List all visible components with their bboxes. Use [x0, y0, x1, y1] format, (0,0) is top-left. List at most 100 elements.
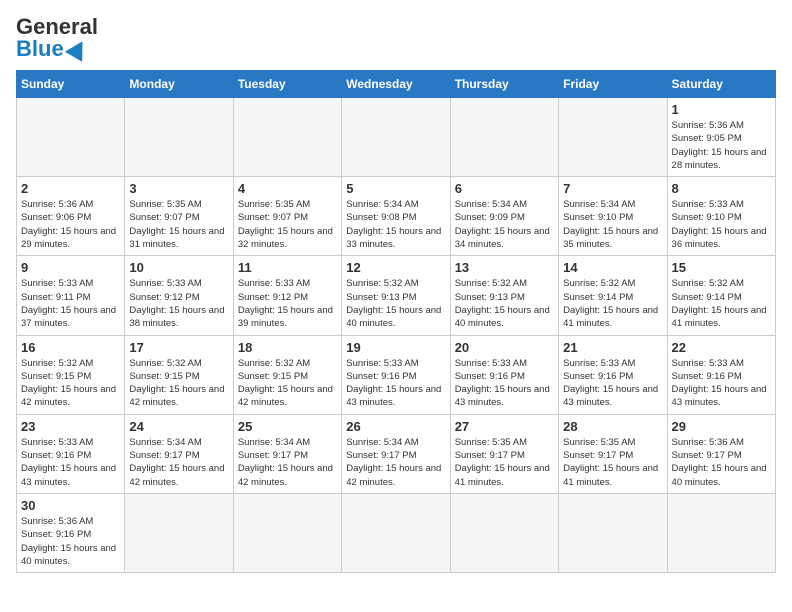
day-number: 5: [346, 181, 445, 196]
logo-blue-text: Blue: [16, 38, 64, 60]
day-number: 11: [238, 260, 337, 275]
calendar-cell: 1 Sunrise: 5:36 AM Sunset: 9:05 PM Daylig…: [667, 98, 775, 177]
logo-general-text: General: [16, 16, 98, 38]
day-info: Sunrise: 5:33 AM Sunset: 9:12 PM Dayligh…: [129, 277, 228, 330]
day-number: 16: [21, 340, 120, 355]
calendar-cell: [559, 493, 667, 572]
column-header-thursday: Thursday: [450, 71, 558, 98]
calendar-cell: 20 Sunrise: 5:33 AM Sunset: 9:16 PM Dayli…: [450, 335, 558, 414]
calendar-cell: [450, 98, 558, 177]
calendar-cell: [17, 98, 125, 177]
calendar-cell: 14Sunrise: 5:32 AM Sunset: 9:14 PM Dayli…: [559, 256, 667, 335]
calendar-cell: 23 Sunrise: 5:33 AM Sunset: 9:16 PM Dayli…: [17, 414, 125, 493]
calendar-cell: 28Sunrise: 5:35 AM Sunset: 9:17 PM Dayli…: [559, 414, 667, 493]
column-header-sunday: Sunday: [17, 71, 125, 98]
calendar-cell: [667, 493, 775, 572]
calendar-cell: [125, 98, 233, 177]
calendar-cell: 24 Sunrise: 5:34 AM Sunset: 9:17 PM Dayli…: [125, 414, 233, 493]
day-number: 14: [563, 260, 662, 275]
day-info: Sunrise: 5:34 AM Sunset: 9:17 PM Dayligh…: [346, 436, 445, 489]
day-number: 8: [672, 181, 771, 196]
day-info: Sunrise: 5:36 AM Sunset: 9:06 PM Dayligh…: [21, 198, 120, 251]
day-number: 6: [455, 181, 554, 196]
day-info: Sunrise: 5:36 AM Sunset: 9:16 PM Dayligh…: [21, 515, 120, 568]
calendar-cell: [233, 493, 341, 572]
calendar-cell: 26 Sunrise: 5:34 AM Sunset: 9:17 PM Dayli…: [342, 414, 450, 493]
calendar-cell: 27 Sunrise: 5:35 AM Sunset: 9:17 PM Dayli…: [450, 414, 558, 493]
calendar-cell: 4Sunrise: 5:35 AM Sunset: 9:07 PM Daylig…: [233, 177, 341, 256]
calendar-cell: 8 Sunrise: 5:33 AM Sunset: 9:10 PM Daylig…: [667, 177, 775, 256]
calendar-table: SundayMondayTuesdayWednesdayThursdayFrid…: [16, 70, 776, 573]
day-info: Sunrise: 5:34 AM Sunset: 9:08 PM Dayligh…: [346, 198, 445, 251]
calendar-cell: [559, 98, 667, 177]
day-info: Sunrise: 5:34 AM Sunset: 9:09 PM Dayligh…: [455, 198, 554, 251]
calendar-cell: 21 Sunrise: 5:33 AM Sunset: 9:16 PM Dayli…: [559, 335, 667, 414]
day-info: Sunrise: 5:34 AM Sunset: 9:17 PM Dayligh…: [129, 436, 228, 489]
day-info: Sunrise: 5:32 AM Sunset: 9:13 PM Dayligh…: [455, 277, 554, 330]
logo: General Blue: [16, 16, 98, 60]
calendar-cell: 15 Sunrise: 5:32 AM Sunset: 9:14 PM Dayli…: [667, 256, 775, 335]
day-number: 19: [346, 340, 445, 355]
day-info: Sunrise: 5:32 AM Sunset: 9:14 PM Dayligh…: [672, 277, 771, 330]
day-number: 27: [455, 419, 554, 434]
day-number: 20: [455, 340, 554, 355]
calendar-cell: 18Sunrise: 5:32 AM Sunset: 9:15 PM Dayli…: [233, 335, 341, 414]
day-info: Sunrise: 5:33 AM Sunset: 9:12 PM Dayligh…: [238, 277, 337, 330]
day-number: 7: [563, 181, 662, 196]
day-info: Sunrise: 5:36 AM Sunset: 9:17 PM Dayligh…: [672, 436, 771, 489]
calendar-cell: 29Sunrise: 5:36 AM Sunset: 9:17 PM Dayli…: [667, 414, 775, 493]
calendar-cell: [450, 493, 558, 572]
calendar-cell: 5 Sunrise: 5:34 AM Sunset: 9:08 PM Daylig…: [342, 177, 450, 256]
calendar-cell: [342, 493, 450, 572]
calendar-cell: 30 Sunrise: 5:36 AM Sunset: 9:16 PM Dayli…: [17, 493, 125, 572]
day-number: 22: [672, 340, 771, 355]
day-info: Sunrise: 5:34 AM Sunset: 9:10 PM Dayligh…: [563, 198, 662, 251]
calendar-cell: 11 Sunrise: 5:33 AM Sunset: 9:12 PM Dayli…: [233, 256, 341, 335]
day-number: 1: [672, 102, 771, 117]
day-number: 21: [563, 340, 662, 355]
calendar-cell: 10 Sunrise: 5:33 AM Sunset: 9:12 PM Dayli…: [125, 256, 233, 335]
day-info: Sunrise: 5:36 AM Sunset: 9:05 PM Dayligh…: [672, 119, 771, 172]
calendar-cell: 16 Sunrise: 5:32 AM Sunset: 9:15 PM Dayli…: [17, 335, 125, 414]
calendar-cell: [233, 98, 341, 177]
logo-triangle-icon: [65, 36, 91, 62]
day-info: Sunrise: 5:34 AM Sunset: 9:17 PM Dayligh…: [238, 436, 337, 489]
day-number: 12: [346, 260, 445, 275]
calendar-cell: 6 Sunrise: 5:34 AM Sunset: 9:09 PM Daylig…: [450, 177, 558, 256]
day-number: 13: [455, 260, 554, 275]
day-number: 4: [238, 181, 337, 196]
day-number: 23: [21, 419, 120, 434]
day-info: Sunrise: 5:33 AM Sunset: 9:11 PM Dayligh…: [21, 277, 120, 330]
calendar-header-row: SundayMondayTuesdayWednesdayThursdayFrid…: [17, 71, 776, 98]
calendar-cell: [342, 98, 450, 177]
calendar-cell: 9Sunrise: 5:33 AM Sunset: 9:11 PM Daylig…: [17, 256, 125, 335]
calendar-cell: 13 Sunrise: 5:32 AM Sunset: 9:13 PM Dayli…: [450, 256, 558, 335]
day-info: Sunrise: 5:33 AM Sunset: 9:16 PM Dayligh…: [455, 357, 554, 410]
calendar-cell: 12 Sunrise: 5:32 AM Sunset: 9:13 PM Dayli…: [342, 256, 450, 335]
day-info: Sunrise: 5:32 AM Sunset: 9:15 PM Dayligh…: [238, 357, 337, 410]
calendar-cell: [125, 493, 233, 572]
page-header: General Blue: [16, 16, 776, 60]
day-info: Sunrise: 5:33 AM Sunset: 9:10 PM Dayligh…: [672, 198, 771, 251]
calendar-cell: 2 Sunrise: 5:36 AM Sunset: 9:06 PM Daylig…: [17, 177, 125, 256]
day-info: Sunrise: 5:33 AM Sunset: 9:16 PM Dayligh…: [563, 357, 662, 410]
day-number: 26: [346, 419, 445, 434]
day-info: Sunrise: 5:35 AM Sunset: 9:07 PM Dayligh…: [129, 198, 228, 251]
day-number: 2: [21, 181, 120, 196]
day-number: 15: [672, 260, 771, 275]
day-number: 17: [129, 340, 228, 355]
day-number: 30: [21, 498, 120, 513]
day-info: Sunrise: 5:33 AM Sunset: 9:16 PM Dayligh…: [672, 357, 771, 410]
column-header-saturday: Saturday: [667, 71, 775, 98]
day-info: Sunrise: 5:32 AM Sunset: 9:15 PM Dayligh…: [21, 357, 120, 410]
day-number: 10: [129, 260, 228, 275]
day-info: Sunrise: 5:35 AM Sunset: 9:17 PM Dayligh…: [455, 436, 554, 489]
calendar-cell: 19Sunrise: 5:33 AM Sunset: 9:16 PM Dayli…: [342, 335, 450, 414]
day-info: Sunrise: 5:32 AM Sunset: 9:13 PM Dayligh…: [346, 277, 445, 330]
calendar-cell: 22 Sunrise: 5:33 AM Sunset: 9:16 PM Dayli…: [667, 335, 775, 414]
day-number: 25: [238, 419, 337, 434]
day-info: Sunrise: 5:33 AM Sunset: 9:16 PM Dayligh…: [21, 436, 120, 489]
day-info: Sunrise: 5:32 AM Sunset: 9:15 PM Dayligh…: [129, 357, 228, 410]
day-number: 3: [129, 181, 228, 196]
day-number: 24: [129, 419, 228, 434]
